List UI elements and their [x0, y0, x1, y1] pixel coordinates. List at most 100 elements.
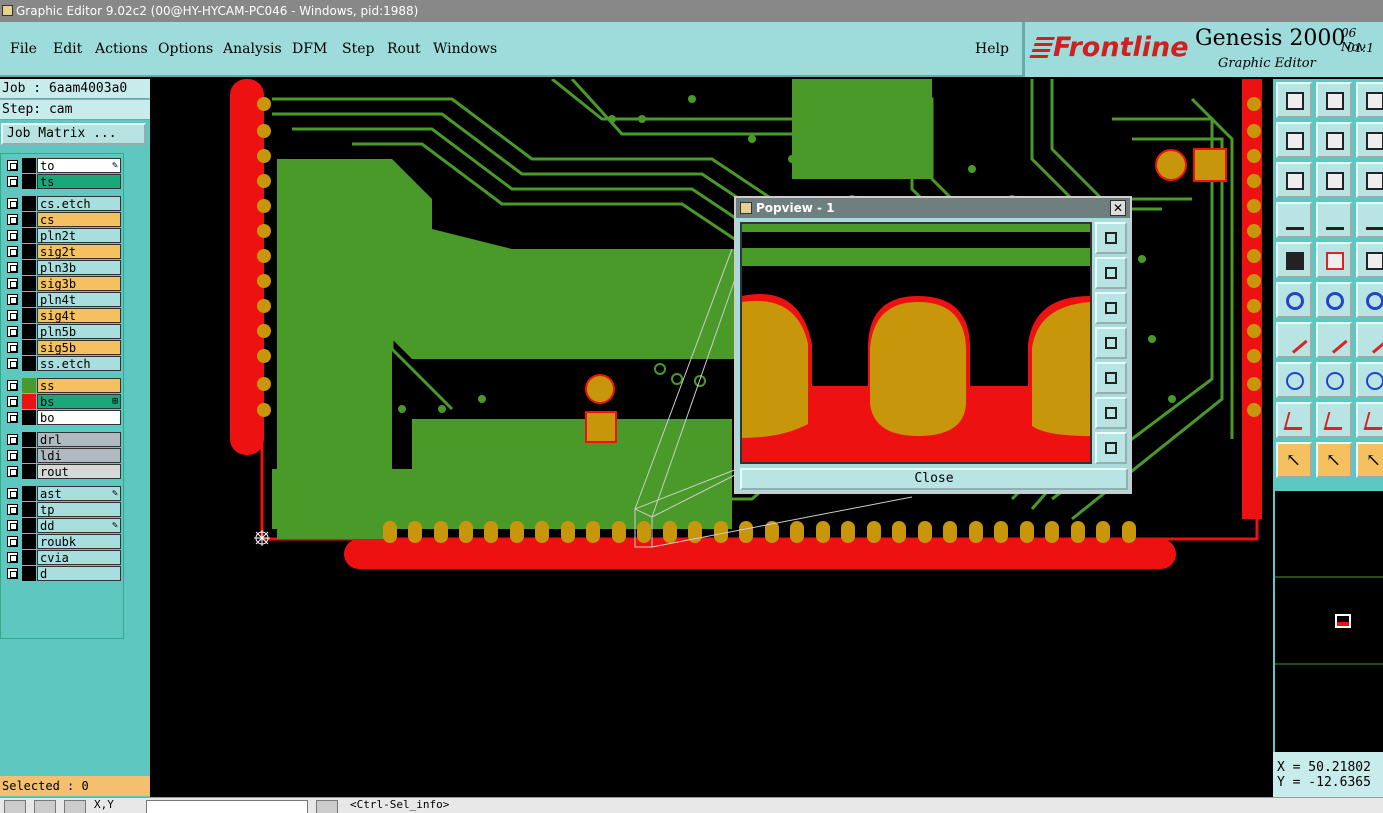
layer-checkbox[interactable]	[7, 214, 18, 225]
layer-color-swatch[interactable]	[22, 550, 36, 565]
layer-checkbox[interactable]	[7, 504, 18, 515]
layer-name[interactable]: pln4t	[37, 292, 121, 307]
layer-name[interactable]: rout	[37, 464, 121, 479]
layer-color-swatch[interactable]	[22, 260, 36, 275]
settings-button[interactable]	[1276, 202, 1312, 238]
triangle-button[interactable]	[1276, 402, 1312, 438]
layer-row-ss[interactable]: ss	[5, 378, 121, 393]
layer-name[interactable]: sig3b	[37, 276, 121, 291]
layer-color-swatch[interactable]	[22, 212, 36, 227]
layer-row-sig5b[interactable]: sig5b	[5, 340, 121, 355]
layer-row-bo[interactable]: bo	[5, 410, 121, 425]
layer-color-swatch[interactable]	[22, 292, 36, 307]
layer-checkbox[interactable]	[7, 358, 18, 369]
layer-row-pln4t[interactable]: pln4t	[5, 292, 121, 307]
line-button[interactable]	[1316, 322, 1352, 358]
layer-checkbox[interactable]	[7, 552, 18, 563]
overview-map[interactable]	[1273, 491, 1383, 752]
layer-name[interactable]: ss.etch	[37, 356, 121, 371]
layer-name[interactable]: d	[37, 566, 121, 581]
layer-checkbox[interactable]	[7, 160, 18, 171]
layer-color-swatch[interactable]	[22, 340, 36, 355]
layer-checkbox[interactable]	[7, 396, 18, 407]
layer-name[interactable]: cvia	[37, 550, 121, 565]
pointer-alt-button[interactable]: ↖	[1356, 442, 1383, 478]
layer-checkbox[interactable]	[7, 342, 18, 353]
layer-color-swatch[interactable]	[22, 174, 36, 189]
layer-color-swatch[interactable]	[22, 410, 36, 425]
layer-row-sig3b[interactable]: sig3b	[5, 276, 121, 291]
pv-pan-left-button[interactable]	[1095, 327, 1127, 359]
layer-color-swatch[interactable]	[22, 566, 36, 581]
layer-row-sig4t[interactable]: sig4t	[5, 308, 121, 323]
layer-row-tp[interactable]: tp	[5, 502, 121, 517]
pv-pan-up-button[interactable]	[1095, 257, 1127, 289]
layer-checkbox[interactable]	[7, 262, 18, 273]
popview-close-x-button[interactable]: ✕	[1110, 200, 1126, 216]
arc-button[interactable]	[1356, 322, 1383, 358]
layer-color-swatch[interactable]	[22, 276, 36, 291]
ruler-button[interactable]	[1356, 242, 1383, 278]
layer-name[interactable]: drl	[37, 432, 121, 447]
pan-right-button[interactable]	[1316, 122, 1352, 158]
menu-step[interactable]: Step	[342, 41, 374, 57]
status-btn-4[interactable]	[316, 800, 338, 813]
layer-checkbox[interactable]	[7, 278, 18, 289]
layer-checkbox[interactable]	[7, 326, 18, 337]
layer-row-cs[interactable]: cs	[5, 212, 121, 227]
menu-options[interactable]: Options	[158, 41, 213, 57]
layer-checkbox[interactable]	[7, 230, 18, 241]
layer-row-dd[interactable]: dd ✎	[5, 518, 121, 533]
cross-button[interactable]	[1316, 282, 1352, 318]
layer-row-sig2t[interactable]: sig2t	[5, 244, 121, 259]
layer-row-rout[interactable]: rout	[5, 464, 121, 479]
layer-checkbox[interactable]	[7, 310, 18, 321]
layer-name[interactable]: ast ✎	[37, 486, 121, 501]
layer-color-swatch[interactable]	[22, 378, 36, 393]
layer-checkbox[interactable]	[7, 246, 18, 257]
layer-name[interactable]: ts	[37, 174, 121, 189]
layer-color-swatch[interactable]	[22, 518, 36, 533]
pv-zoom-out-button[interactable]	[1095, 432, 1127, 464]
layer-row-cs.etch[interactable]: cs.etch	[5, 196, 121, 211]
layer-name[interactable]: dd ✎	[37, 518, 121, 533]
layer-row-drl[interactable]: drl	[5, 432, 121, 447]
pan-up-button[interactable]	[1276, 82, 1312, 118]
layer-name[interactable]: sig4t	[37, 308, 121, 323]
layer-name[interactable]: cs.etch	[37, 196, 121, 211]
layer-color-swatch[interactable]	[22, 486, 36, 501]
menu-analysis[interactable]: Analysis	[223, 41, 282, 57]
triangle-alt-button[interactable]	[1316, 402, 1352, 438]
layer-color-swatch[interactable]	[22, 244, 36, 259]
layer-name[interactable]: pln3b	[37, 260, 121, 275]
popview-canvas[interactable]	[740, 222, 1092, 464]
layer-color-swatch[interactable]	[22, 534, 36, 549]
measure-dist-button[interactable]	[1356, 362, 1383, 398]
pointer-select-button[interactable]: ↖	[1316, 442, 1352, 478]
status-btn-3[interactable]	[64, 800, 86, 813]
popview-close-button[interactable]: Close	[740, 468, 1128, 490]
layer-checkbox[interactable]	[7, 412, 18, 423]
layer-name[interactable]: sig5b	[37, 340, 121, 355]
zoom-fit-button[interactable]	[1276, 162, 1312, 198]
layer-name[interactable]: sig2t	[37, 244, 121, 259]
layer-name[interactable]: ss	[37, 378, 121, 393]
home-button[interactable]	[1356, 82, 1383, 118]
layer-name[interactable]: tp	[37, 502, 121, 517]
measure-point-button[interactable]	[1276, 362, 1312, 398]
triangle-up-button[interactable]	[1356, 402, 1383, 438]
layer-name[interactable]: pln5b	[37, 324, 121, 339]
pv-zoom-in-button[interactable]	[1095, 397, 1127, 429]
layer-row-bs[interactable]: bs ⊞	[5, 394, 121, 409]
select-box-button[interactable]	[1316, 242, 1352, 278]
pv-zoom-fit-button[interactable]	[1095, 222, 1127, 254]
rotate-button[interactable]	[1356, 282, 1383, 318]
measure-line-button[interactable]	[1316, 362, 1352, 398]
layer-color-swatch[interactable]	[22, 502, 36, 517]
net-button[interactable]	[1356, 202, 1383, 238]
zoom-center-button[interactable]	[1316, 162, 1352, 198]
layer-color-swatch[interactable]	[22, 196, 36, 211]
layer-checkbox[interactable]	[7, 198, 18, 209]
layer-color-swatch[interactable]	[22, 158, 36, 173]
layer-name[interactable]: cs	[37, 212, 121, 227]
